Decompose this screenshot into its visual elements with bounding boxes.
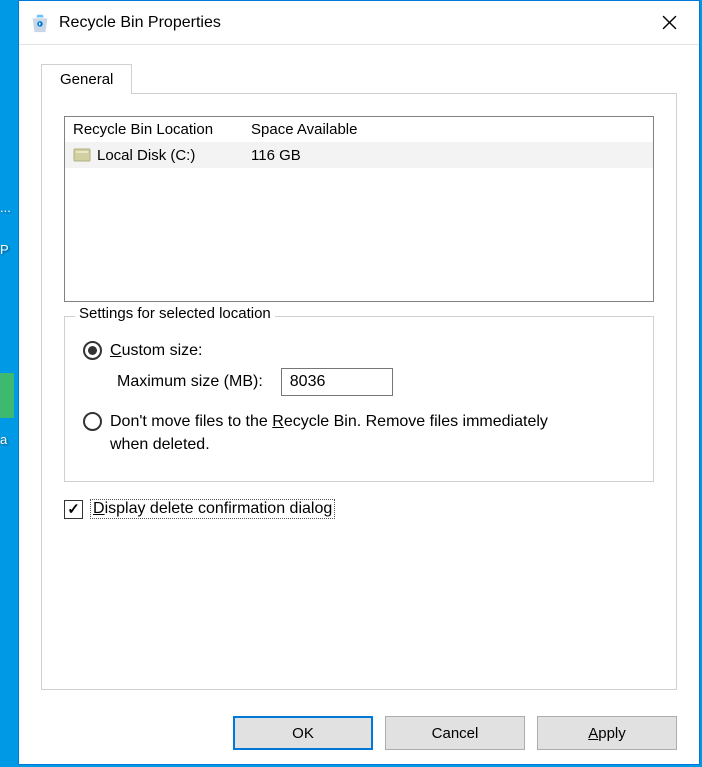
recycle-bin-properties-window: Recycle Bin Properties General Recycle B… [18,0,700,765]
ok-button[interactable]: OK [233,716,373,750]
recycle-bin-icon [29,12,51,34]
tab-general[interactable]: General [41,64,132,94]
location-row[interactable]: Local Disk (C:) 116 GB [65,142,653,168]
radio-custom-size-label[interactable]: Custom size: [110,339,202,362]
radio-dont-move[interactable] [83,412,102,431]
location-space: 116 GB [243,145,653,166]
close-icon [662,15,677,30]
max-size-row: Maximum size (MB): [117,368,635,396]
desktop-label-fragment: ... [0,200,11,215]
radio-dont-move-label[interactable]: Don't move files to the Recycle Bin. Rem… [110,410,550,456]
tab-panel-general: Recycle Bin Location Space Available Loc… [41,93,677,690]
location-list-header: Recycle Bin Location Space Available [65,117,653,142]
groupbox-title: Settings for selected location [75,305,275,322]
desktop-label-fragment: a [0,432,14,447]
checkbox-display-confirmation[interactable] [64,500,83,519]
radio-dont-move-row: Don't move files to the Recycle Bin. Rem… [83,410,635,456]
location-name: Local Disk (C:) [97,147,195,164]
client-area: General Recycle Bin Location Space Avail… [19,45,699,704]
radio-custom-size-row: Custom size: [83,339,635,362]
max-size-label: Maximum size (MB): [117,373,263,391]
max-size-input[interactable] [281,368,393,396]
tabstrip: General [41,59,677,93]
disk-icon [73,146,91,164]
confirm-delete-row: Display delete confirmation dialog [64,500,654,519]
column-header-location[interactable]: Recycle Bin Location [65,117,243,142]
checkbox-display-confirmation-label[interactable]: Display delete confirmation dialog [91,500,334,518]
titlebar: Recycle Bin Properties [19,1,699,45]
desktop-label-fragment: P [0,242,14,257]
apply-button[interactable]: Apply [537,716,677,750]
settings-groupbox: Settings for selected location Custom si… [64,316,654,482]
desktop-icon-fragment [0,373,14,418]
cancel-button[interactable]: Cancel [385,716,525,750]
window-title: Recycle Bin Properties [59,14,221,32]
column-header-space[interactable]: Space Available [243,117,653,142]
close-button[interactable] [643,2,695,44]
location-list[interactable]: Recycle Bin Location Space Available Loc… [64,116,654,302]
radio-custom-size[interactable] [83,341,102,360]
dialog-buttons: OK Cancel Apply [19,704,699,764]
